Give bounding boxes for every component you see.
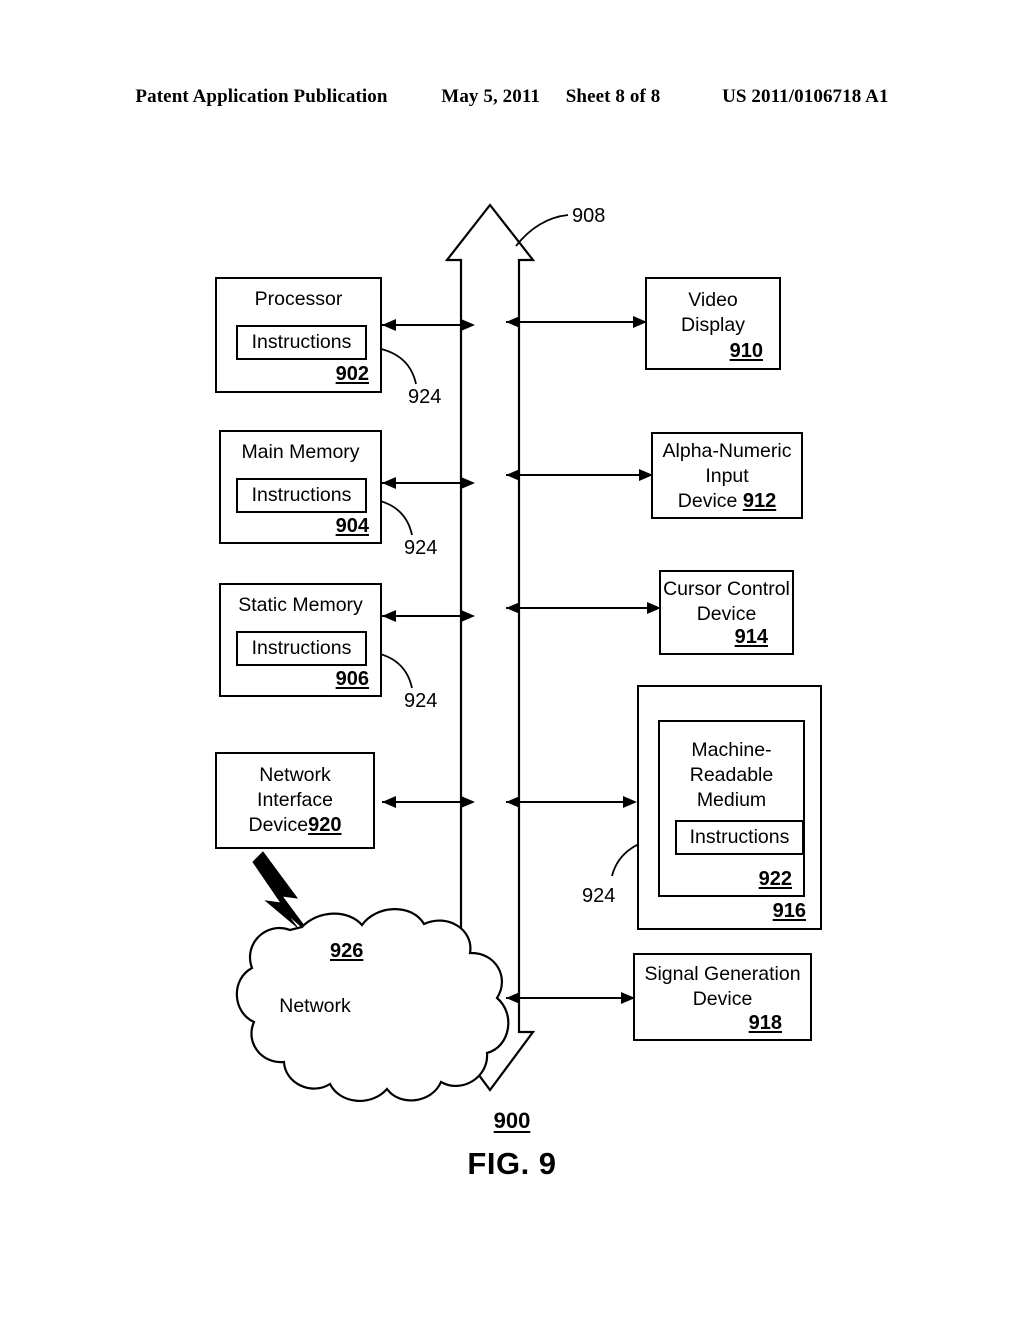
signal-generation-ref: 918 [748, 1012, 782, 1034]
signal-generation-title-line2: Device [692, 988, 753, 1010]
bus-leader-line [515, 214, 569, 247]
drive-unit-ref: 916 [772, 900, 806, 922]
signal-generation-title-line1: Signal Generation [644, 963, 801, 985]
arrowhead [382, 796, 396, 808]
alpha-numeric-title-line3: Device 912 [653, 489, 801, 514]
medium-title-line3: Medium [696, 789, 767, 811]
cursor-control-title-line1: Cursor Control [663, 578, 790, 600]
cursor-control-ref: 914 [734, 626, 768, 648]
medium-instructions-label: Instructions [689, 825, 790, 848]
network-cloud-label: Network [279, 995, 351, 1017]
cursor-control-device-box: Cursor Control Device 914 [659, 570, 794, 655]
network-interface-title-line1: Network [259, 764, 331, 786]
processor-leader-ref: 924 [408, 386, 442, 408]
network-cloud-ref: 926 [330, 940, 364, 962]
network-interface-title-line3-text: Device [248, 814, 309, 836]
static-memory-leader-ref: 924 [404, 690, 438, 712]
figure-caption: FIG. 9 [467, 1146, 557, 1181]
medium-instructions-box: Instructions [675, 820, 804, 855]
medium-title-line2: Readable [689, 764, 774, 786]
figure-system-ref: 900 [493, 1108, 531, 1133]
arrowhead [623, 796, 637, 808]
main-memory-instructions-label: Instructions [251, 483, 352, 506]
machine-readable-medium-box: Machine- Readable Medium Instructions 92… [658, 720, 805, 897]
medium-leader-ref: 924 [582, 885, 616, 907]
processor-title: Processor [254, 288, 343, 310]
drive-unit-box: Machine- Readable Medium Instructions 92… [637, 685, 822, 930]
system-bus-ref: 908 [572, 205, 606, 227]
main-memory-ref: 904 [335, 515, 369, 537]
processor-instructions-label: Instructions [251, 330, 352, 353]
static-memory-title: Static Memory [238, 594, 363, 616]
lightning-bolt-icon [252, 851, 312, 936]
network-interface-title-line2: Interface [257, 789, 333, 811]
static-memory-instructions-box: Instructions [236, 631, 367, 666]
cursor-control-title-line2: Device [696, 603, 757, 625]
video-display-title-line2: Display [681, 314, 745, 336]
main-memory-box: Main Memory Instructions 904 [219, 430, 382, 544]
video-display-ref: 910 [729, 340, 763, 362]
alpha-numeric-title-line2: Input [705, 465, 749, 487]
video-display-box: Video Display 910 [645, 277, 781, 370]
main-memory-title: Main Memory [241, 441, 360, 463]
arrowhead [382, 319, 396, 331]
processor-ref: 902 [335, 363, 369, 385]
main-memory-instructions-box: Instructions [236, 478, 367, 513]
alpha-numeric-title-line3-text: Device [677, 490, 738, 512]
network-interface-device-box: Network Interface Device920 [215, 752, 375, 849]
network-interface-ref: 920 [308, 814, 342, 836]
signal-generation-device-box: Signal Generation Device 918 [633, 953, 812, 1041]
static-memory-ref: 906 [335, 668, 369, 690]
static-memory-box: Static Memory Instructions 906 [219, 583, 382, 697]
alpha-numeric-input-device-box: Alpha-Numeric Input Device 912 [651, 432, 803, 519]
main-memory-leader-ref: 924 [404, 537, 438, 559]
arrowhead [382, 610, 396, 622]
static-memory-instructions-label: Instructions [251, 636, 352, 659]
network-interface-title-line3: Device920 [217, 813, 373, 838]
processor-box: Processor Instructions 902 [215, 277, 382, 393]
alpha-numeric-ref: 912 [742, 490, 777, 512]
machine-readable-medium-ref: 922 [758, 868, 792, 890]
processor-instructions-box: Instructions [236, 325, 367, 360]
video-display-title-line1: Video [688, 289, 738, 311]
medium-title-line1: Machine- [691, 739, 772, 761]
alpha-numeric-title-line1: Alpha-Numeric [662, 440, 792, 462]
arrowhead [382, 477, 396, 489]
patent-figure-page: Patent Application Publication May 5, 20… [0, 0, 1024, 1320]
